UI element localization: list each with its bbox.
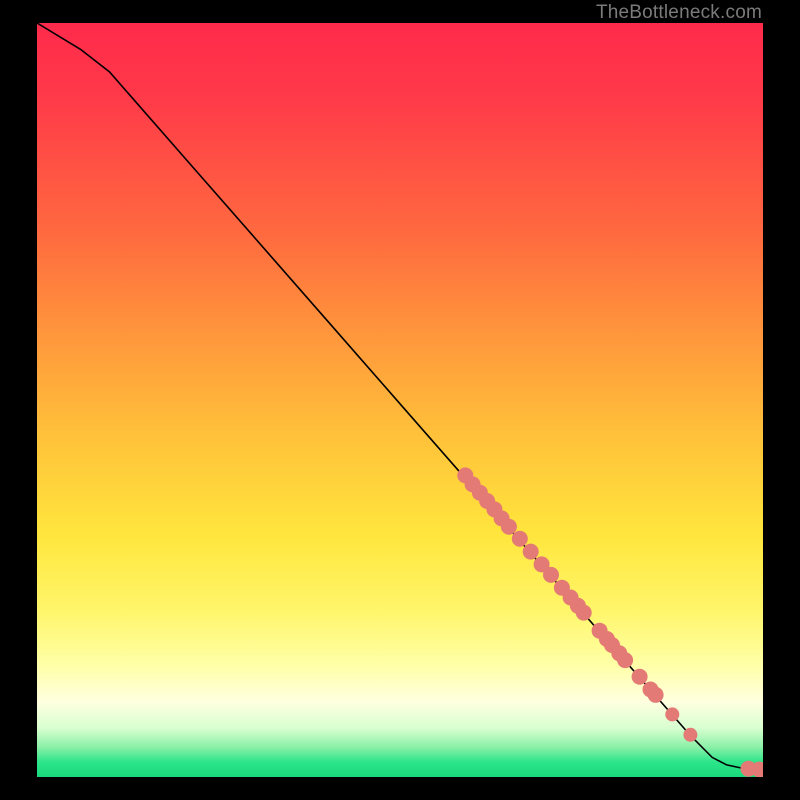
chart-frame: TheBottleneck.com	[0, 0, 800, 800]
chart-svg	[37, 23, 763, 777]
chart-marker	[617, 652, 633, 668]
chart-marker	[543, 567, 559, 583]
chart-marker	[665, 707, 679, 721]
chart-marker	[683, 728, 697, 742]
chart-marker	[648, 687, 664, 703]
chart-curve	[37, 23, 763, 770]
chart-marker	[523, 544, 539, 560]
chart-marker	[576, 605, 592, 621]
chart-marker	[632, 669, 648, 685]
plot-area	[37, 23, 763, 777]
marker-layer	[457, 467, 763, 777]
watermark-text: TheBottleneck.com	[596, 2, 762, 24]
chart-marker	[512, 531, 528, 547]
chart-marker	[501, 519, 517, 535]
